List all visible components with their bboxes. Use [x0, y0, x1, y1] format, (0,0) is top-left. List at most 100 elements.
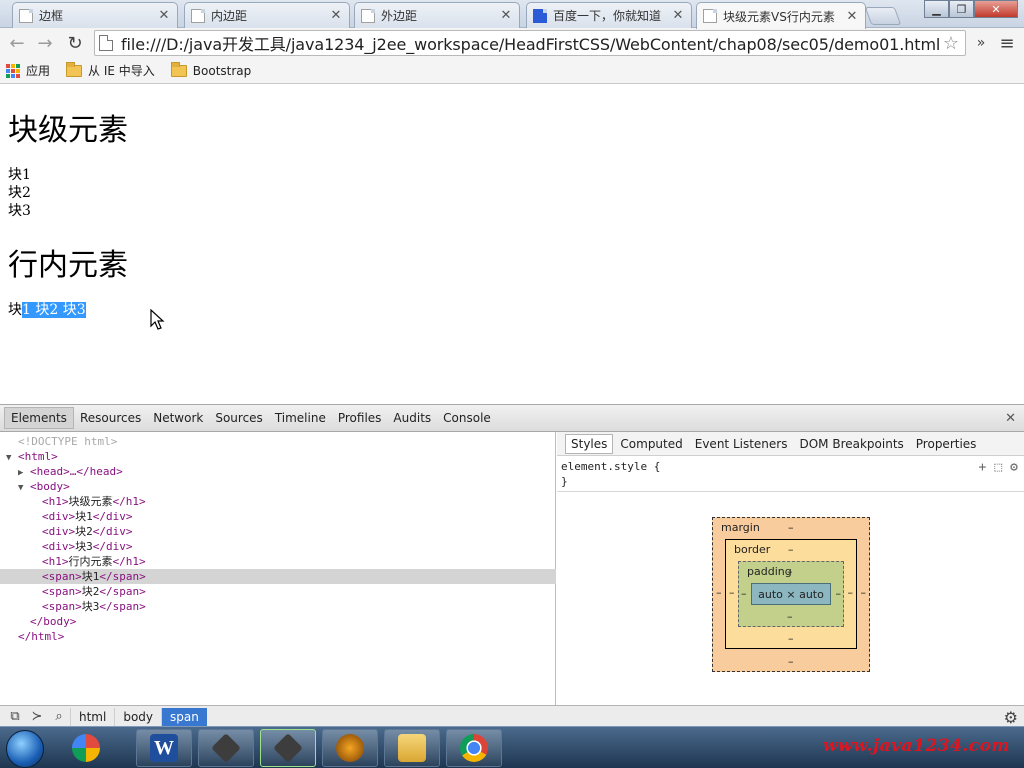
console-drawer-icon[interactable]: ≻: [26, 708, 48, 726]
margin-left-value[interactable]: –: [716, 586, 722, 599]
new-tab-button[interactable]: [864, 7, 902, 25]
word-icon: W: [150, 734, 178, 762]
tree-node-h1[interactable]: <h1>行内元素</h1>: [0, 554, 556, 569]
menu-icon[interactable]: ≡: [996, 32, 1018, 54]
toggle-state-icon[interactable]: ⬚: [994, 460, 1002, 475]
tab-padding[interactable]: 内边距 ✕: [184, 2, 350, 28]
tree-node-div[interactable]: <div>块1</div>: [0, 509, 556, 524]
close-icon[interactable]: ✕: [671, 8, 685, 23]
padding-right-value[interactable]: –: [836, 587, 842, 600]
padding-top-value[interactable]: –: [787, 565, 793, 578]
tab-label: 内边距: [211, 9, 248, 23]
border-bottom-value[interactable]: –: [788, 632, 794, 645]
bookmark-bootstrap[interactable]: Bootstrap: [170, 61, 251, 78]
tab-audits[interactable]: Audits: [387, 408, 437, 428]
tab-network[interactable]: Network: [147, 408, 209, 428]
tab-elements[interactable]: Elements: [4, 407, 74, 429]
tab-baidu[interactable]: 百度一下，你就知道 ✕: [526, 2, 692, 28]
rule-close: }: [561, 475, 568, 488]
border-right-value[interactable]: –: [848, 586, 854, 599]
dock-icon[interactable]: ⧉: [4, 708, 26, 726]
java-ee-ide-icon: [336, 734, 364, 762]
close-devtools-icon[interactable]: ✕: [1005, 411, 1016, 426]
tree-node-doctype[interactable]: <!DOCTYPE html>: [0, 434, 556, 449]
bookmark-apps[interactable]: 应用: [6, 62, 50, 79]
close-window-icon[interactable]: ✕: [974, 0, 1018, 18]
window-controls: ▁ ❐ ✕: [924, 0, 1018, 18]
taskbar-chrome-app[interactable]: [260, 729, 316, 767]
taskbar-word[interactable]: W: [136, 729, 192, 767]
tab-event-listeners[interactable]: Event Listeners: [690, 435, 793, 453]
styles-sidebar: Styles Computed Event Listeners DOM Brea…: [557, 432, 1024, 705]
tree-node-span[interactable]: <span>块2</span>: [0, 584, 556, 599]
tree-node-body-close[interactable]: </body>: [0, 614, 556, 629]
tree-node-html-close[interactable]: </html>: [0, 629, 556, 644]
taskbar-java-editor[interactable]: [198, 729, 254, 767]
search-icon[interactable]: ⌕: [48, 708, 70, 726]
taskbar-java-ee-ide[interactable]: [322, 729, 378, 767]
tab-block-vs-inline[interactable]: 块级元素VS行内元素 ✕: [696, 2, 866, 29]
tab-dom-breakpoints[interactable]: DOM Breakpoints: [794, 435, 908, 453]
taskbar-chrome[interactable]: [446, 729, 502, 767]
box-model-border: border – – – – padding – – – – auto × au…: [725, 539, 857, 649]
page-viewport: 块级元素 块1 块2 块3 行内元素 块1 块2 块3: [0, 85, 1024, 405]
close-icon[interactable]: ✕: [845, 9, 859, 24]
devtools-panel: Elements Resources Network Sources Timel…: [0, 404, 1024, 727]
border-top-value[interactable]: –: [788, 543, 794, 556]
element-style-rule[interactable]: element.style { } + ⬚ ⚙: [557, 456, 1024, 492]
maximize-icon[interactable]: ❐: [949, 0, 974, 18]
forward-arrow-icon[interactable]: →: [34, 32, 56, 54]
block-div-3: 块3: [8, 203, 31, 219]
margin-right-value[interactable]: –: [861, 586, 867, 599]
margin-bottom-value[interactable]: –: [788, 655, 794, 668]
box-model-content[interactable]: auto × auto: [751, 583, 831, 605]
taskbar-file-explorer[interactable]: [384, 729, 440, 767]
block-heading: 块级元素: [8, 113, 128, 148]
add-rule-icon[interactable]: +: [979, 460, 987, 475]
tree-node-h1[interactable]: <h1>块级元素</h1>: [0, 494, 556, 509]
tree-node-span-selected[interactable]: <span>块1</span>: [0, 569, 556, 584]
tab-properties[interactable]: Properties: [911, 435, 982, 453]
node-text: 块3: [75, 540, 93, 553]
devtools-status-bar: ⧉ ≻ ⌕ html body span ⚙: [0, 705, 1024, 727]
back-arrow-icon[interactable]: ←: [6, 32, 28, 54]
padding-left-value[interactable]: –: [741, 587, 747, 600]
bookmark-import-ie[interactable]: 从 IE 中导入: [66, 61, 155, 79]
tree-node-html[interactable]: ▼ <html>: [0, 449, 556, 464]
tab-console[interactable]: Console: [437, 408, 497, 428]
gear-icon[interactable]: ⚙: [1004, 708, 1018, 727]
tab-profiles[interactable]: Profiles: [332, 408, 388, 428]
tab-computed[interactable]: Computed: [615, 435, 687, 453]
tree-node-div[interactable]: <div>块2</div>: [0, 524, 556, 539]
tab-timeline[interactable]: Timeline: [269, 408, 332, 428]
minimize-icon[interactable]: ▁: [924, 0, 949, 18]
tab-margin[interactable]: 外边距 ✕: [354, 2, 520, 28]
tree-node-span[interactable]: <span>块3</span>: [0, 599, 556, 614]
tab-borders[interactable]: 边框 ✕: [12, 2, 178, 28]
extensions-overflow-icon[interactable]: »: [970, 32, 992, 54]
close-icon[interactable]: ✕: [499, 8, 513, 23]
tree-node-body[interactable]: ▼ <body>: [0, 479, 556, 494]
start-button[interactable]: [6, 730, 44, 768]
bookmark-star-icon[interactable]: ☆: [943, 33, 959, 54]
gear-icon[interactable]: ⚙: [1010, 460, 1018, 475]
tab-resources[interactable]: Resources: [74, 408, 147, 428]
inline-spans[interactable]: 块1 块2 块3: [8, 301, 86, 319]
breadcrumb-span[interactable]: span: [161, 707, 207, 726]
border-left-value[interactable]: –: [729, 586, 735, 599]
margin-top-value[interactable]: –: [788, 521, 794, 534]
tree-node-div[interactable]: <div>块3</div>: [0, 539, 556, 554]
close-icon[interactable]: ✕: [157, 8, 171, 23]
breadcrumb-html[interactable]: html: [70, 707, 114, 726]
breadcrumb-body[interactable]: body: [114, 707, 161, 726]
devtools-tabs: Elements Resources Network Sources Timel…: [0, 405, 1024, 432]
close-icon[interactable]: ✕: [329, 8, 343, 23]
app-launcher[interactable]: [58, 729, 114, 767]
tree-node-head[interactable]: ▶ <head>…</head>: [0, 464, 556, 479]
address-bar[interactable]: file:///D:/java开发工具/java1234_j2ee_worksp…: [94, 30, 966, 56]
tab-sources[interactable]: Sources: [209, 408, 268, 428]
bookmarks-bar: 应用 从 IE 中导入 Bootstrap: [0, 58, 1024, 84]
reload-icon[interactable]: ↻: [64, 32, 86, 54]
tab-styles[interactable]: Styles: [565, 433, 614, 454]
padding-bottom-value[interactable]: –: [787, 610, 793, 623]
